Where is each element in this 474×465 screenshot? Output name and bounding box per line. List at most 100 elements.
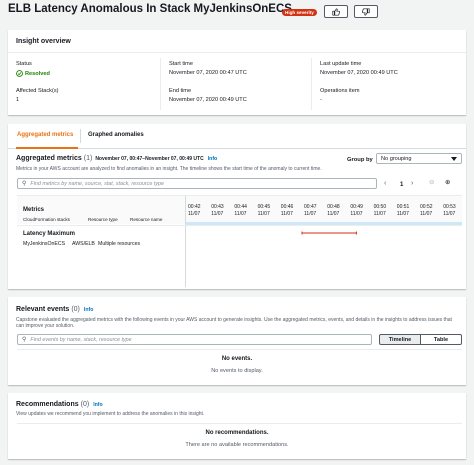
events-count: (0) [71, 306, 80, 313]
events-heading: Relevant events [16, 306, 70, 313]
column-divider [160, 58, 161, 110]
timeline-tick: 00:48 11/07 [327, 204, 345, 217]
start-time-label: Start time [169, 61, 193, 67]
events-empty-sub: No events to display. [211, 368, 263, 374]
timeline-tick: 00:45 11/07 [258, 204, 276, 217]
recommendations-heading-row: Recommendations (0) Info [16, 401, 103, 408]
timeline-tick: 00:51 11/07 [397, 204, 415, 217]
insight-overview-card: Insight overview Status Resolved Affecte… [8, 30, 466, 115]
zoom-in-icon: ⊕ [445, 179, 451, 186]
status-label: Status [16, 61, 32, 67]
zoom-in-button[interactable]: ⊕ [445, 178, 450, 186]
column-divider [311, 58, 312, 110]
timeline-tick: 00:52 11/07 [420, 204, 438, 217]
thumbs-down-icon [362, 7, 370, 16]
status-value: Resolved [16, 70, 50, 77]
metric-row-type: AWS/ELB [72, 241, 95, 247]
timeline-view-button[interactable]: Timeline [379, 334, 421, 345]
timeline-tick: 00:49 11/07 [350, 204, 368, 217]
tick-date: 11/07 [304, 210, 317, 217]
metrics-range: November 07, 00:47–November 07, 00:49 UT… [95, 156, 204, 162]
next-page-button[interactable]: › [411, 180, 413, 187]
metric-row-name[interactable]: Latency Maximum [23, 231, 75, 237]
page-number[interactable]: 1 [400, 182, 403, 188]
start-time-value: November 07, 2020 00:47 UTC [169, 70, 247, 76]
aggregated-metrics-card: Aggregated metrics Graphed anomalies Agg… [8, 124, 466, 289]
timeline-ticks: 00:42 11/07 00:43 11/07 00:44 11/07 00:45 11/07… [185, 204, 462, 224]
events-search-placeholder: Find events by name, stack, resource typ… [30, 336, 132, 343]
group-by-label: Group by [347, 157, 373, 163]
anomaly-timeline [301, 231, 357, 235]
metrics-info-link[interactable]: Info [208, 156, 218, 162]
tick-date: 11/07 [211, 210, 224, 217]
tick-date: 11/07 [443, 210, 456, 217]
divider [17, 349, 462, 350]
thumbs-down-button[interactable] [354, 5, 378, 18]
prev-page-button[interactable]: ‹ [384, 180, 386, 187]
col-cloudformation-stacks: CloudFormation stacks [23, 217, 70, 222]
zoom-out-button[interactable]: ⊖ [429, 178, 434, 186]
thumbs-up-button[interactable] [324, 5, 348, 18]
tick-date: 11/07 [420, 210, 433, 217]
timeline-tick: 00:46 11/07 [281, 204, 299, 217]
relevant-events-card: Relevant events (0) Info Capstone evalua… [8, 297, 466, 385]
metrics-table: Metrics CloudFormation stacks Resource t… [17, 195, 462, 287]
metrics-heading-row: Aggregated metrics (1) November 07, 00:4… [16, 155, 217, 162]
search-icon: ⚲ [22, 337, 27, 343]
tick-date: 11/07 [373, 210, 386, 217]
col-resource-type: Resource type [88, 217, 118, 222]
tab-aggregated-metrics[interactable]: Aggregated metrics [17, 132, 73, 138]
recommendations-description: View updates we recommend you implement … [16, 411, 205, 417]
recommendations-empty-sub: There are no available recommendations. [185, 442, 289, 448]
timeline-tick: 00:42 11/07 [188, 204, 206, 217]
caret-down-icon [451, 156, 457, 161]
events-description: Capstone evaluated the aggregated metric… [16, 317, 452, 329]
events-empty-title: No events. [221, 356, 253, 362]
metrics-heading: Aggregated metrics [16, 155, 82, 162]
status-text: Resolved [25, 70, 50, 77]
metrics-description: Metrics in your AWS account are analyzed… [16, 166, 322, 172]
tab-graphed-anomalies[interactable]: Graphed anomalies [88, 132, 144, 138]
timeline-tick: 00:53 11/07 [443, 204, 461, 217]
tick-date: 11/07 [257, 210, 270, 217]
tick-date: 11/07 [396, 210, 409, 217]
col-resource-name: Resource name [130, 217, 163, 222]
group-by-select[interactable]: No grouping [376, 153, 462, 164]
metrics-count: (1) [83, 155, 93, 162]
tick-date: 11/07 [188, 210, 201, 217]
zoom-out-icon: ⊖ [429, 179, 435, 186]
end-time-label: End time [169, 88, 192, 94]
events-heading-row: Relevant events (0) Info [16, 306, 93, 313]
metric-row-resource: Multiple resources [98, 241, 141, 247]
recommendations-empty-title: No recommendations. [205, 430, 269, 436]
metric-row-stack: MyJenkinsOnECS [23, 241, 66, 247]
recommendations-heading: Recommendations [16, 401, 79, 408]
timeline-tick: 00:43 11/07 [211, 204, 229, 217]
affected-stacks-value: 1 [16, 97, 20, 103]
divider [8, 52, 466, 53]
affected-stacks-label: Affected Stack(s) [16, 88, 59, 94]
thumbs-up-icon [332, 7, 340, 16]
end-time-value: November 07, 2020 00:49 UTC [169, 97, 247, 103]
timeline-tick: 00:44 11/07 [234, 204, 252, 217]
last-update-value: November 07, 2020 00:49 UTC [320, 70, 398, 76]
overview-heading: Insight overview [16, 38, 71, 45]
events-info-link[interactable]: Info [84, 307, 94, 313]
tab-separator [80, 129, 81, 143]
divider [17, 423, 462, 424]
group-by-value: No grouping [381, 155, 412, 162]
recommendations-info-link[interactable]: Info [93, 402, 103, 408]
timeline-tick: 00:47 11/07 [304, 204, 322, 217]
tick-date: 11/07 [234, 210, 247, 217]
recommendations-card: Recommendations (0) Info View updates we… [8, 393, 466, 459]
events-search-input[interactable]: ⚲ Find events by name, stack, resource t… [17, 334, 372, 345]
col-metrics: Metrics [23, 207, 45, 213]
search-icon: ⚲ [22, 181, 27, 187]
metrics-search-input[interactable]: ⚲ Find metrics by name, source, stat, st… [17, 178, 377, 189]
recommendations-count: (0) [80, 401, 90, 408]
page-title: ELB Latency Anomalous In Stack MyJenkins… [8, 3, 292, 15]
operations-item-label: Operations item [320, 88, 360, 94]
tick-date: 11/07 [327, 210, 340, 217]
operations-item-value: - [320, 97, 322, 103]
table-view-button[interactable]: Table [420, 334, 462, 345]
